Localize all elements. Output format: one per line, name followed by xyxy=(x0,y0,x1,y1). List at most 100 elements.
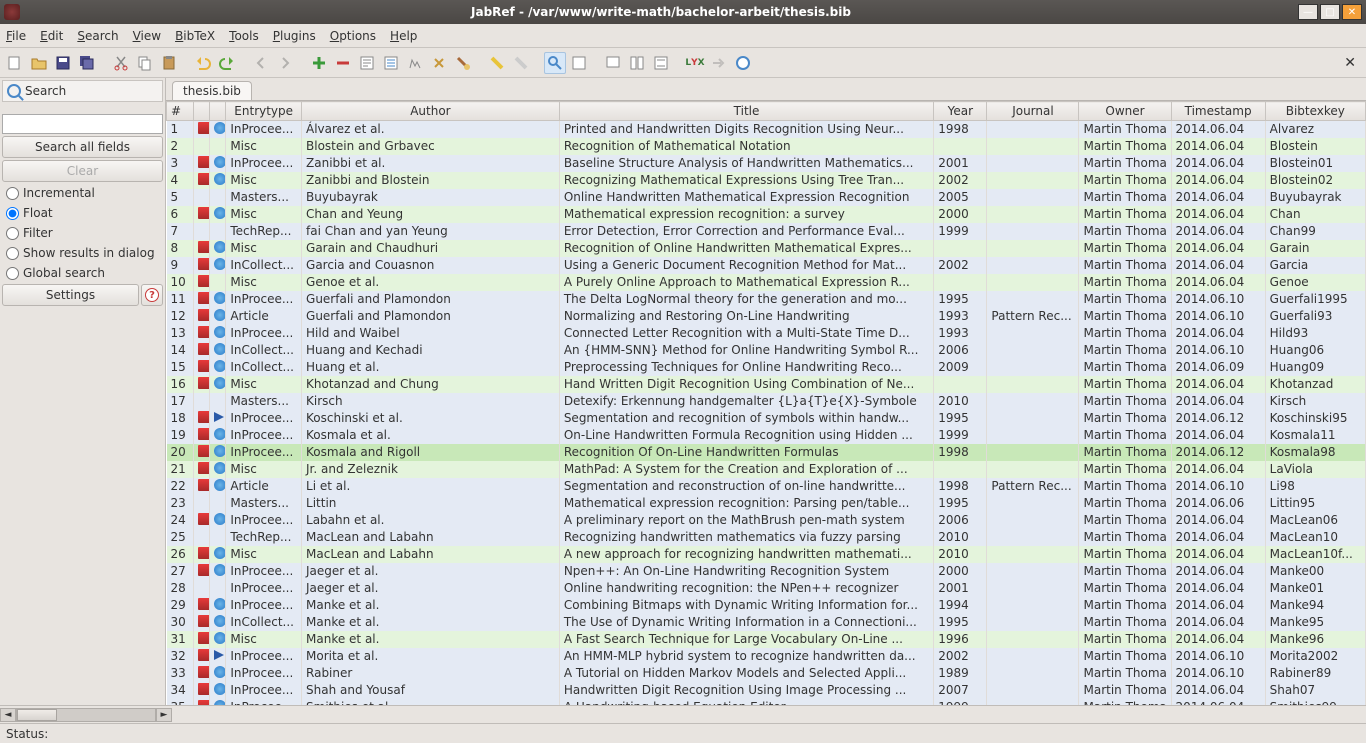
col-bibtexkey[interactable]: Bibtexkey xyxy=(1265,102,1365,121)
global-search-radio[interactable]: Global search xyxy=(2,264,163,282)
pdf-icon[interactable] xyxy=(198,326,210,338)
pdf-icon[interactable] xyxy=(198,479,210,491)
table-row[interactable]: 35InProcee...Smithies et al.A Handwritin… xyxy=(167,699,1366,706)
table-row[interactable]: 4MiscZanibbi and BlosteinRecognizing Mat… xyxy=(167,172,1366,189)
table-row[interactable]: 17Masters...KirschDetexify: Erkennung ha… xyxy=(167,393,1366,410)
web-icon[interactable] xyxy=(214,292,226,304)
menu-edit[interactable]: Edit xyxy=(40,29,63,43)
table-row[interactable]: 20InProcee...Kosmala and RigollRecogniti… xyxy=(167,444,1366,461)
menu-bibtex[interactable]: BibTeX xyxy=(175,29,215,43)
pdf-icon[interactable] xyxy=(198,632,210,644)
table-row[interactable]: 15InCollect...Huang et al.Preprocessing … xyxy=(167,359,1366,376)
table-row[interactable]: 31MiscManke et al.A Fast Search Techniqu… xyxy=(167,631,1366,648)
new-sub-icon[interactable] xyxy=(650,52,672,74)
pdf-icon[interactable] xyxy=(198,428,210,440)
table-row[interactable]: 3InProcee...Zanibbi et al.Baseline Struc… xyxy=(167,155,1366,172)
scroll-track[interactable] xyxy=(16,708,156,722)
table-row[interactable]: 24InProcee...Labahn et al.A preliminary … xyxy=(167,512,1366,529)
col-author[interactable]: Author xyxy=(302,102,560,121)
menu-view[interactable]: View xyxy=(133,29,161,43)
help-icon[interactable]: ? xyxy=(141,284,163,306)
table-row[interactable]: 2MiscBlostein and GrbavecRecognition of … xyxy=(167,138,1366,155)
table-row[interactable]: 23Masters...LittinMathematical expressio… xyxy=(167,495,1366,512)
pdf-icon[interactable] xyxy=(198,513,210,525)
pdf-icon[interactable] xyxy=(198,564,210,576)
pdf-icon[interactable] xyxy=(198,207,210,219)
pdf-icon[interactable] xyxy=(198,598,210,610)
web-icon[interactable] xyxy=(214,173,226,185)
menu-options[interactable]: Options xyxy=(330,29,376,43)
web-icon[interactable] xyxy=(214,666,226,678)
pdf-icon[interactable] xyxy=(198,700,210,706)
mark-icon[interactable] xyxy=(486,52,508,74)
web-icon[interactable] xyxy=(214,343,226,355)
table-row[interactable]: 1InProcee...Álvarez et al.Printed and Ha… xyxy=(167,121,1366,138)
manage-icon[interactable] xyxy=(626,52,648,74)
preview-icon[interactable] xyxy=(568,52,590,74)
pdf-icon[interactable] xyxy=(198,683,210,695)
filter-radio[interactable]: Filter xyxy=(2,224,163,242)
incremental-radio[interactable]: Incremental xyxy=(2,184,163,202)
web-icon[interactable] xyxy=(214,683,226,695)
table-row[interactable]: 11InProcee...Guerfali and PlamondonThe D… xyxy=(167,291,1366,308)
table-row[interactable]: 27InProcee...Jaeger et al.Npen++: An On-… xyxy=(167,563,1366,580)
menu-plugins[interactable]: Plugins xyxy=(273,29,316,43)
cut-icon[interactable] xyxy=(110,52,132,74)
play-icon[interactable] xyxy=(214,650,224,660)
web-icon[interactable] xyxy=(214,241,226,253)
table-row[interactable]: 25TechRep...MacLean and LabahnRecognizin… xyxy=(167,529,1366,546)
scroll-right-icon[interactable]: ► xyxy=(156,708,172,722)
show-dialog-radio[interactable]: Show results in dialog xyxy=(2,244,163,262)
pdf-icon[interactable] xyxy=(198,275,210,287)
close-button[interactable]: ✕ xyxy=(1342,4,1362,20)
search-input[interactable] xyxy=(2,114,163,134)
scroll-thumb[interactable] xyxy=(17,709,57,721)
web-icon[interactable] xyxy=(214,207,226,219)
web-icon[interactable] xyxy=(214,309,226,321)
pdf-icon[interactable] xyxy=(198,241,210,253)
web-icon[interactable] xyxy=(214,479,226,491)
pdf-icon[interactable] xyxy=(198,615,210,627)
table-row[interactable]: 32InProcee...Morita et al.An HMM-MLP hyb… xyxy=(167,648,1366,665)
forward-icon[interactable] xyxy=(274,52,296,74)
web-icon[interactable] xyxy=(214,513,226,525)
table-row[interactable]: 28InProcee...Jaeger et al.Online handwri… xyxy=(167,580,1366,597)
web-icon[interactable] xyxy=(214,598,226,610)
search-icon[interactable] xyxy=(544,52,566,74)
pdf-icon[interactable] xyxy=(198,258,210,270)
web-icon[interactable] xyxy=(214,428,226,440)
table-row[interactable]: 18InProcee...Koschinski et al.Segmentati… xyxy=(167,410,1366,427)
open-icon[interactable] xyxy=(28,52,50,74)
pdf-icon[interactable] xyxy=(198,343,210,355)
pdf-icon[interactable] xyxy=(198,156,210,168)
play-icon[interactable] xyxy=(214,412,224,422)
back-icon[interactable] xyxy=(250,52,272,74)
scroll-left-icon[interactable]: ◄ xyxy=(0,708,16,722)
table-row[interactable]: 9InCollect...Garcia and CouasnonUsing a … xyxy=(167,257,1366,274)
pdf-icon[interactable] xyxy=(198,377,210,389)
new-db-icon[interactable] xyxy=(4,52,26,74)
pdf-icon[interactable] xyxy=(198,309,210,321)
edit-entry-icon[interactable] xyxy=(356,52,378,74)
web-icon[interactable] xyxy=(214,377,226,389)
pdf-icon[interactable] xyxy=(198,173,210,185)
table-row[interactable]: 5Masters...BuyubayrakOnline Handwritten … xyxy=(167,189,1366,206)
col-number[interactable]: # xyxy=(167,102,194,121)
toolbar-close-icon[interactable]: ✕ xyxy=(1344,55,1362,71)
unmark-icon[interactable] xyxy=(510,52,532,74)
search-all-fields-button[interactable]: Search all fields xyxy=(2,136,163,158)
web-icon[interactable] xyxy=(214,462,226,474)
web-icon[interactable] xyxy=(214,258,226,270)
pdf-icon[interactable] xyxy=(198,292,210,304)
web-icon[interactable] xyxy=(214,360,226,372)
pdf-icon[interactable] xyxy=(198,666,210,678)
clear-button[interactable]: Clear xyxy=(2,160,163,182)
web-icon[interactable] xyxy=(214,445,226,457)
settings-button[interactable]: Settings xyxy=(2,284,139,306)
menu-file[interactable]: File xyxy=(6,29,26,43)
web-icon[interactable] xyxy=(214,326,226,338)
redo-icon[interactable] xyxy=(216,52,238,74)
menu-tools[interactable]: Tools xyxy=(229,29,259,43)
menu-search[interactable]: Search xyxy=(77,29,118,43)
table-row[interactable]: 8MiscGarain and ChaudhuriRecognition of … xyxy=(167,240,1366,257)
